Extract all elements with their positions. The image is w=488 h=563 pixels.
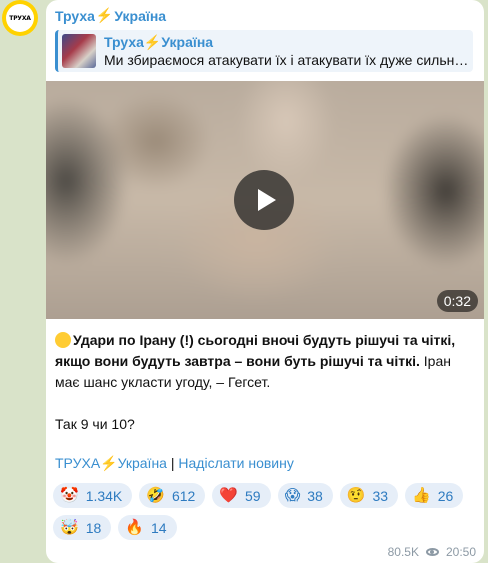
submit-news-link[interactable]: Надіслати новину — [178, 455, 293, 471]
message-links: ТРУХА⚡Україна | Надіслати новину — [55, 455, 294, 472]
message-bold-text: Удари по Ірану (!) сьогодні вночі будуть… — [55, 332, 456, 369]
channel-name[interactable]: Труха ⚡ Україна — [55, 7, 166, 24]
forward-preview-text: Ми збираємося атакувати їх і атакувати ї… — [104, 51, 469, 68]
play-icon — [257, 189, 276, 211]
reaction-clown[interactable]: 🤡 1.34K — [53, 483, 133, 508]
reaction-count: 33 — [372, 487, 389, 504]
reaction-count: 18 — [85, 519, 102, 536]
reaction-rofl[interactable]: 🤣 612 — [139, 483, 206, 508]
message-bubble: Труха ⚡ Україна Труха⚡Україна Ми збираємос… — [46, 0, 484, 563]
message-text: Удари по Ірану (!) сьогодні вночі будуть… — [55, 330, 479, 435]
avatar-logo: ТРУХА — [6, 4, 34, 32]
reaction-count: 14 — [150, 519, 167, 536]
wink-emoji-icon — [55, 332, 71, 348]
message-question: Так 9 чи 10? — [55, 416, 135, 432]
video-player[interactable]: 0:32 — [46, 81, 484, 319]
bolt-icon: ⚡ — [95, 7, 114, 23]
heart-icon: ❤️ — [219, 486, 239, 504]
fire-icon: 🔥 — [125, 518, 144, 536]
reactions-bar: 🤡 1.34K 🤣 612 ❤️ 59 😱 38 🤨 33 👍 26 🤯 18 🔥 14 — [53, 483, 473, 540]
channel-name-part2: Україна — [114, 7, 167, 24]
link-separator: | — [166, 455, 179, 471]
reaction-raised-eyebrow[interactable]: 🤨 33 — [339, 483, 399, 508]
forward-thumbnail — [62, 34, 96, 68]
reaction-count: 26 — [437, 487, 454, 504]
forwarded-reply[interactable]: Труха⚡Україна Ми збираємося атакувати їх… — [55, 30, 473, 72]
reaction-count: 59 — [245, 487, 261, 504]
reaction-heart[interactable]: ❤️ 59 — [212, 483, 271, 508]
eye-icon — [425, 548, 439, 556]
clown-icon: 🤡 — [60, 486, 79, 504]
video-duration: 0:32 — [436, 290, 478, 312]
channel-link[interactable]: ТРУХА⚡Україна — [55, 455, 167, 471]
bolt-icon: ⚡ — [143, 33, 162, 50]
reaction-count: 1.34K — [85, 487, 123, 504]
message-time: 20:50 — [445, 545, 476, 559]
reaction-scream[interactable]: 😱 38 — [277, 483, 333, 508]
scream-icon: 😱 — [284, 486, 301, 504]
reaction-thumbs-up[interactable]: 👍 26 — [405, 483, 464, 508]
rofl-icon: 🤣 — [146, 486, 165, 504]
channel-avatar[interactable]: ТРУХА — [2, 0, 38, 36]
thumbs-up-icon: 👍 — [412, 486, 431, 504]
view-count: 80.5K — [387, 545, 419, 559]
reaction-fire[interactable]: 🔥 14 — [118, 515, 177, 540]
play-button[interactable] — [234, 170, 294, 230]
forward-title: Труха⚡Україна — [104, 33, 214, 50]
reaction-exploding-head[interactable]: 🤯 18 — [53, 515, 112, 540]
exploding-head-icon: 🤯 — [60, 518, 79, 536]
reaction-count: 612 — [171, 487, 196, 504]
channel-name-part1: Труха — [55, 7, 95, 24]
message-meta: 80.5K 20:50 — [388, 545, 476, 559]
raised-eyebrow-icon: 🤨 — [346, 486, 366, 504]
bolt-icon: ⚡ — [100, 455, 118, 471]
reaction-count: 38 — [307, 487, 323, 504]
